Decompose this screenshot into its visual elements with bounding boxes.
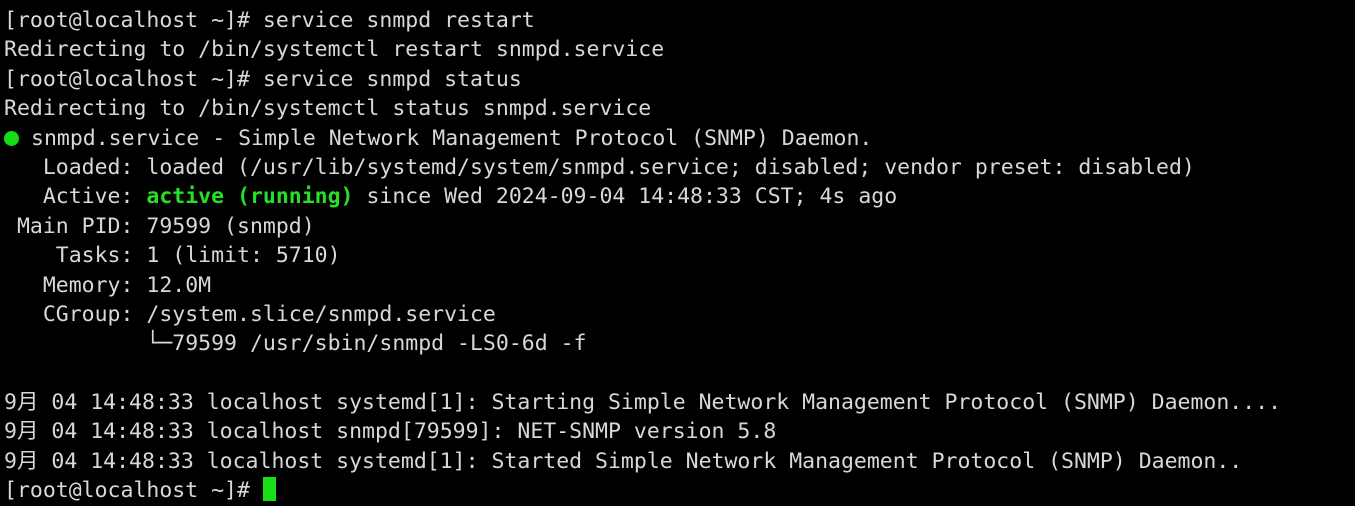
journal-log-started: 9月 04 14:48:33 localhost systemd[1]: Sta… [4, 448, 1243, 474]
loaded-label: Loaded: [4, 154, 147, 180]
terminal-line-active: Active: active (running) since Wed 2024-… [4, 182, 1355, 211]
command-text-service-status: [root@localhost ~]# service snmpd status [4, 66, 522, 92]
terminal-window[interactable]: [root@localhost ~]# service snmpd restar… [0, 0, 1355, 506]
text-cursor[interactable] [262, 477, 277, 502]
terminal-line-memory: Memory: 12.0M [4, 271, 1355, 300]
main-pid-text: Main PID: 79599 (snmpd) [4, 213, 315, 239]
active-since-text: since Wed 2024-09-04 14:48:33 CST; 4s ag… [353, 184, 898, 210]
journal-log-version: 9月 04 14:48:33 localhost snmpd[79599]: N… [4, 419, 777, 445]
tasks-text: Tasks: 1 (limit: 5710) [4, 243, 341, 269]
terminal-line-log-1: 9月 04 14:48:33 localhost systemd[1]: Sta… [4, 388, 1355, 417]
memory-text: Memory: 12.0M [4, 272, 212, 298]
status-dot-icon [4, 124, 31, 153]
terminal-line-redirect-restart: Redirecting to /bin/systemctl restart sn… [4, 35, 1355, 64]
journal-log-starting: 9月 04 14:48:33 localhost systemd[1]: Sta… [4, 390, 1282, 416]
terminal-line-log-2: 9月 04 14:48:33 localhost snmpd[79599]: N… [4, 417, 1355, 446]
active-state-badge: active (running) [146, 184, 354, 210]
terminal-line-redirect-status: Redirecting to /bin/systemctl status snm… [4, 94, 1355, 123]
terminal-line-blank [4, 359, 1355, 388]
command-text-service-restart: [root@localhost ~]# service snmpd restar… [4, 8, 535, 33]
cgroup-text: CGroup: /system.slice/snmpd.service [4, 301, 496, 327]
terminal-line-cgroup-tree: └─79599 /usr/sbin/snmpd -LS0-6d -f [4, 329, 1355, 358]
terminal-line-log-3: 9月 04 14:48:33 localhost systemd[1]: Sta… [4, 447, 1355, 476]
terminal-line-tasks: Tasks: 1 (limit: 5710) [4, 241, 1355, 270]
terminal-line-final-prompt[interactable]: [root@localhost ~]# [4, 476, 1355, 505]
terminal-line-cgroup: CGroup: /system.slice/snmpd.service [4, 300, 1355, 329]
blank-spacer [4, 361, 17, 386]
active-label: Active: [4, 184, 147, 210]
terminal-line-command-status: [root@localhost ~]# service snmpd status [4, 65, 1355, 94]
terminal-line-loaded: Loaded: loaded (/usr/lib/systemd/system/… [4, 153, 1355, 182]
terminal-line-command-restart: [root@localhost ~]# service snmpd restar… [4, 6, 1355, 35]
terminal-line-main-pid: Main PID: 79599 (snmpd) [4, 212, 1355, 241]
output-text-redirect-restart: Redirecting to /bin/systemctl restart sn… [4, 37, 665, 63]
output-text-redirect-status: Redirecting to /bin/systemctl status snm… [4, 96, 652, 122]
terminal-line-unit-header: snmpd.service - Simple Network Managemen… [4, 124, 1355, 153]
loaded-value: loaded (/usr/lib/systemd/system/snmpd.se… [146, 154, 1195, 180]
shell-prompt: [root@localhost ~]# [4, 478, 263, 504]
unit-header-text: snmpd.service - Simple Network Managemen… [31, 125, 873, 151]
cgroup-tree-process: └─79599 /usr/sbin/snmpd -LS0-6d -f [4, 331, 587, 357]
